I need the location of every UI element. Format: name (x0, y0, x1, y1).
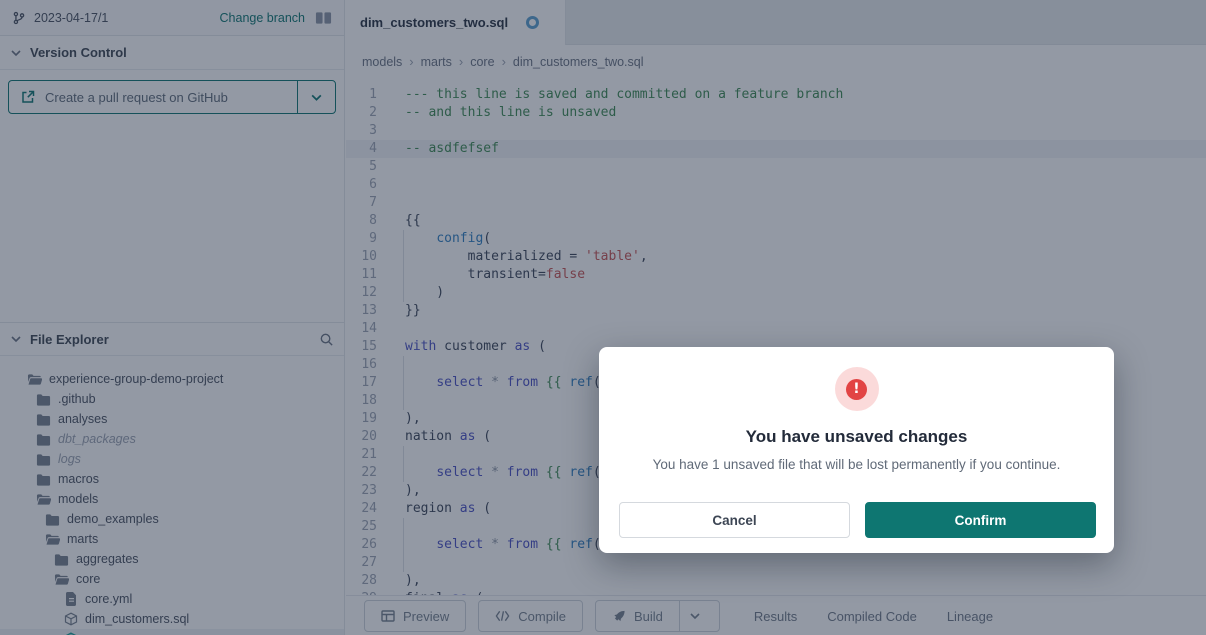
alert-icon: ! (846, 379, 867, 400)
modal-title: You have unsaved changes (619, 427, 1094, 447)
modal-message: You have 1 unsaved file that will be los… (619, 457, 1094, 472)
unsaved-changes-modal: ! You have unsaved changes You have 1 un… (599, 347, 1114, 553)
confirm-button[interactable]: Confirm (865, 502, 1096, 538)
dbt-ide-app: 2023-04-17/1 Change branch Version Contr… (0, 0, 1206, 635)
modal-actions: Cancel Confirm (619, 502, 1096, 538)
alert-icon-badge: ! (835, 367, 879, 411)
cancel-button[interactable]: Cancel (619, 502, 850, 538)
